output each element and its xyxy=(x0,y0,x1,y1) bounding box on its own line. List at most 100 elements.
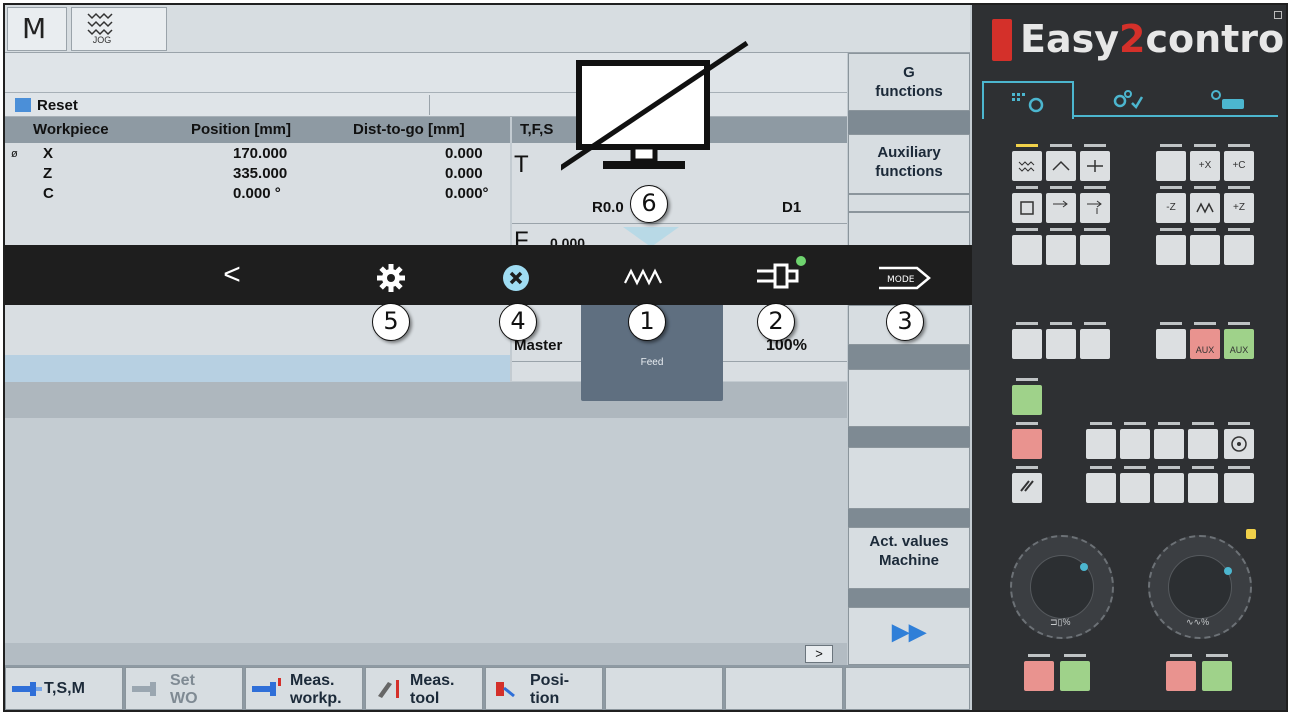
softkey-act-values-machine[interactable]: Act. values Machine xyxy=(848,527,970,589)
tsm-icon xyxy=(12,682,42,696)
tab-machine-control[interactable] xyxy=(982,81,1074,119)
softkey-separator xyxy=(848,345,970,369)
softkey-tsm[interactable]: T,S,M xyxy=(5,667,123,710)
plus-c-key[interactable]: +C xyxy=(1224,144,1254,181)
softkey-empty[interactable] xyxy=(848,447,970,509)
jog-mode-indicator[interactable]: JOG xyxy=(71,7,167,51)
prev-arrow-button[interactable]: < xyxy=(217,260,247,290)
minus-z-key[interactable]: -Z xyxy=(1156,186,1186,223)
cycle-start-key[interactable] xyxy=(1012,378,1042,415)
gear-icon[interactable] xyxy=(377,264,405,292)
steering-wheel-key[interactable] xyxy=(1224,422,1254,459)
feed-override-icon: ∿∿% xyxy=(1186,617,1210,627)
window-icon[interactable] xyxy=(1274,11,1282,19)
single-block-key[interactable] xyxy=(1012,186,1042,223)
callout-6: 6 xyxy=(630,185,668,223)
panel-key[interactable] xyxy=(1012,228,1042,265)
softkey-g-functions[interactable]: Gfunctions xyxy=(848,53,970,111)
softkey-auxiliary-functions[interactable]: Auxiliary functions xyxy=(848,134,970,194)
softkey-empty[interactable] xyxy=(848,194,970,212)
blank-key[interactable] xyxy=(1156,144,1186,181)
spindle-icon[interactable] xyxy=(753,255,809,295)
machine-mode-button[interactable]: M xyxy=(7,7,67,51)
scroll-right-button[interactable]: > xyxy=(805,645,833,663)
softkey-meas-tool[interactable]: Meas. tool xyxy=(365,667,483,710)
panel-key[interactable] xyxy=(1190,228,1220,265)
reset-key[interactable] xyxy=(1012,466,1042,503)
jog-key-icon xyxy=(1018,161,1035,172)
inc-key[interactable] xyxy=(1080,186,1110,223)
softkey-label: Set WO xyxy=(170,672,198,708)
feed-start-key[interactable] xyxy=(1202,654,1232,691)
measure-tool-icon xyxy=(378,680,399,698)
mode-icon[interactable]: MODE xyxy=(877,265,937,291)
panel-key[interactable] xyxy=(1012,322,1042,359)
softkey-separator xyxy=(848,589,970,607)
softkey-separator xyxy=(848,509,970,527)
panel-key[interactable] xyxy=(1154,466,1184,503)
feed-stop-key[interactable] xyxy=(1166,654,1196,691)
aux-off-key[interactable]: AUX xyxy=(1190,322,1220,359)
softkey-meas-workp[interactable]: Meas. workp. xyxy=(245,667,363,710)
table-row[interactable]: Z 335.000 0.000 xyxy=(5,165,510,185)
ref-point-key[interactable] xyxy=(1080,144,1110,181)
spindle-override-knob[interactable]: ⊐▯% xyxy=(1010,535,1114,639)
panel-key[interactable] xyxy=(1046,228,1076,265)
panel-key[interactable] xyxy=(1086,466,1116,503)
panel-key[interactable] xyxy=(1046,322,1076,359)
col-position: Position [mm] xyxy=(191,121,291,138)
softkey-label: T,S,M xyxy=(44,680,85,697)
softkey-set-wo[interactable]: Set WO xyxy=(125,667,243,710)
knob-indicator xyxy=(1224,567,1232,575)
panel-key[interactable] xyxy=(1120,466,1150,503)
softkey-more-button[interactable]: ▶▶ xyxy=(848,607,970,665)
panel-key[interactable] xyxy=(1156,322,1186,359)
plus-x-key[interactable]: +X xyxy=(1190,144,1220,181)
softkey-empty[interactable] xyxy=(605,667,723,710)
rapid-key[interactable] xyxy=(1190,186,1220,223)
softkey-label: Meas. tool xyxy=(410,672,454,708)
panel-key[interactable] xyxy=(1156,228,1186,265)
axis-position: 0.000 ° xyxy=(233,185,281,202)
softkey-position[interactable]: Posi-tion xyxy=(485,667,603,710)
spindle-stop-key[interactable] xyxy=(1024,654,1054,691)
screen-frame: M JOG Reset Workpiece Position [mm] Dist… xyxy=(3,3,1288,712)
panel-key[interactable] xyxy=(1224,466,1254,503)
softkey-empty[interactable] xyxy=(848,369,970,427)
panel-key[interactable] xyxy=(1154,422,1184,459)
tool-label: T xyxy=(514,151,529,178)
panel-key[interactable] xyxy=(1080,228,1110,265)
set-wo-icon xyxy=(132,682,156,696)
jog-mode-key[interactable] xyxy=(1012,144,1042,181)
close-icon[interactable] xyxy=(502,264,530,292)
aux-on-key[interactable]: AUX xyxy=(1224,322,1254,359)
reset-icon xyxy=(1020,480,1034,492)
tool-radius: R0.0 xyxy=(592,199,624,216)
table-row[interactable]: ø X 170.000 0.000 xyxy=(5,145,510,165)
repos-key[interactable] xyxy=(1046,144,1076,181)
panel-key[interactable] xyxy=(1120,422,1150,459)
feed-wave-icon[interactable] xyxy=(623,267,667,287)
cycle-stop-key[interactable] xyxy=(1012,422,1042,459)
panel-key[interactable] xyxy=(1188,422,1218,459)
tab-keyboard[interactable] xyxy=(1182,81,1274,117)
brand-name: Easy2control xyxy=(1020,17,1286,61)
softkey-empty[interactable] xyxy=(845,667,970,710)
key-label: AUX xyxy=(1195,345,1215,355)
ref-point-icon xyxy=(1087,160,1103,172)
panel-key[interactable] xyxy=(1086,422,1116,459)
lower-left-panel xyxy=(5,305,510,355)
softkey-empty[interactable] xyxy=(725,667,843,710)
work-area xyxy=(5,418,847,643)
panel-key[interactable] xyxy=(1224,228,1254,265)
panel-key[interactable] xyxy=(1188,466,1218,503)
callout-2: 2 xyxy=(757,303,795,341)
table-row[interactable]: C 0.000 ° 0.000° xyxy=(5,185,510,205)
tab-settings[interactable] xyxy=(1082,81,1174,117)
var-key[interactable] xyxy=(1046,186,1076,223)
spindle-start-key[interactable] xyxy=(1060,654,1090,691)
panel-key[interactable] xyxy=(1080,322,1110,359)
feed-override-knob[interactable]: ∿∿% xyxy=(1148,535,1252,639)
plus-z-key[interactable]: +Z xyxy=(1224,186,1254,223)
softkey-label: Auxiliary functions xyxy=(875,144,943,180)
